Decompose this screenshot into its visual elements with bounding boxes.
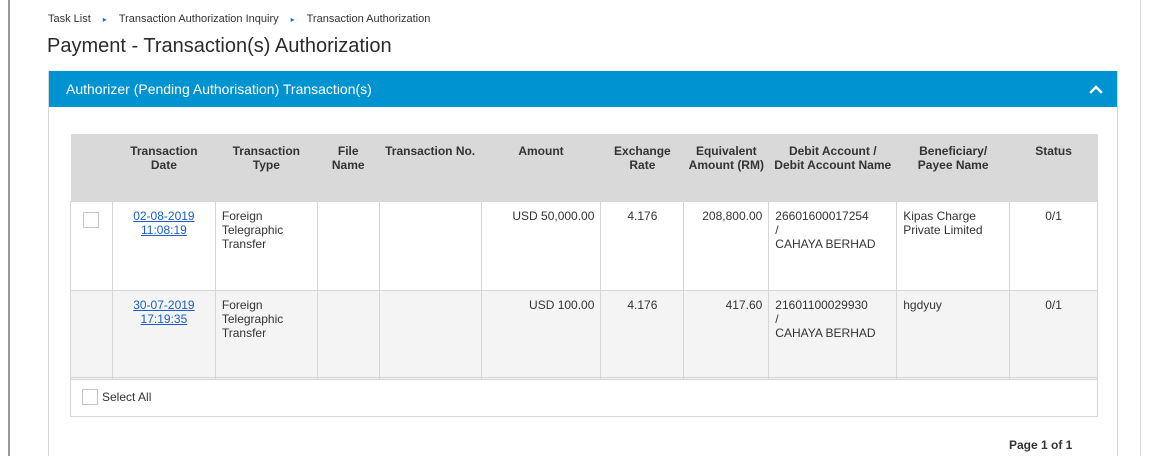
header-equivalent-amount[interactable]: Equivalent Amount (RM) bbox=[683, 134, 769, 201]
panel-title: Authorizer (Pending Authorisation) Trans… bbox=[66, 81, 372, 97]
file-name-cell bbox=[316, 289, 380, 380]
transaction-date-cell: 02-08-2019 11:08:19 bbox=[111, 200, 216, 291]
transaction-date-cell: 30-07-2019 17:19:35 bbox=[111, 289, 216, 380]
header-transaction-type[interactable]: Transaction Type bbox=[215, 134, 318, 201]
header-select bbox=[70, 134, 113, 201]
amount-cell: USD 100.00 bbox=[480, 289, 602, 380]
header-transaction-no[interactable]: Transaction No. bbox=[379, 134, 482, 201]
header-debit-account[interactable]: Debit Account / Debit Account Name bbox=[768, 134, 897, 201]
page-title: Payment - Transaction(s) Authorization bbox=[47, 35, 392, 57]
transaction-date-link[interactable]: 30-07-2019 17:19:35 bbox=[133, 298, 194, 326]
debit-account-separator: / bbox=[775, 222, 779, 237]
equivalent-amount-cell: 208,800.00 bbox=[683, 200, 770, 291]
page-left-border bbox=[8, 0, 10, 456]
row-select-cell bbox=[70, 200, 113, 291]
transaction-date: 30-07-2019 bbox=[133, 297, 195, 312]
header-status[interactable]: Status bbox=[1009, 134, 1098, 201]
debit-account-name: CAHAYA BERHAD bbox=[775, 236, 876, 251]
header-file-name[interactable]: File Name bbox=[317, 134, 380, 201]
transactions-table: Transaction Date Transaction Type File N… bbox=[70, 134, 1098, 380]
transaction-no-cell bbox=[378, 289, 482, 380]
pagination-label: Page 1 of 1 bbox=[1009, 438, 1073, 452]
table-row: 30-07-2019 17:19:35 Foreign Telegraphic T… bbox=[70, 289, 1098, 380]
header-amount[interactable]: Amount bbox=[481, 134, 601, 201]
debit-account-separator: / bbox=[775, 311, 779, 326]
header-exchange-rate[interactable]: Exchange Rate bbox=[600, 134, 684, 201]
breadcrumb-separator-icon: ▸ bbox=[102, 14, 107, 24]
pending-transactions-panel: Authorizer (Pending Authorisation) Trans… bbox=[48, 71, 1118, 456]
debit-account-cell: 26601600017254 / CAHAYA BERHAD bbox=[768, 200, 898, 291]
debit-account-number: 26601600017254 bbox=[775, 208, 869, 223]
debit-account-name: CAHAYA BERHAD bbox=[775, 325, 876, 340]
select-all-label[interactable]: Select All bbox=[102, 390, 151, 404]
beneficiary-cell: Kipas Charge Private Limited bbox=[896, 200, 1011, 291]
transaction-type-cell: Foreign Telegraphic Transfer bbox=[214, 200, 318, 291]
row-select-checkbox[interactable] bbox=[83, 211, 100, 228]
beneficiary-cell: hgdyuy bbox=[896, 289, 1011, 380]
transaction-time: 17:19:35 bbox=[140, 311, 188, 326]
header-transaction-date[interactable]: Transaction Date bbox=[112, 134, 216, 201]
debit-account-cell: 21601100029930 / CAHAYA BERHAD bbox=[768, 289, 898, 380]
breadcrumb: Task List ▸ Transaction Authorization In… bbox=[48, 13, 430, 25]
amount-cell: USD 50,000.00 bbox=[480, 200, 602, 291]
transaction-type-cell: Foreign Telegraphic Transfer bbox=[214, 289, 318, 380]
table-row: 02-08-2019 11:08:19 Foreign Telegraphic T… bbox=[70, 200, 1098, 291]
table-header-row: Transaction Date Transaction Type File N… bbox=[70, 134, 1098, 201]
equivalent-amount-cell: 417.60 bbox=[683, 289, 770, 380]
breadcrumb-transaction-authorization-inquiry[interactable]: Transaction Authorization Inquiry bbox=[119, 13, 279, 25]
transaction-no-cell bbox=[378, 200, 482, 291]
select-all-checkbox[interactable] bbox=[82, 389, 98, 405]
row-select-cell bbox=[70, 289, 113, 380]
status-cell: 0/1 bbox=[1009, 200, 1098, 291]
page-right-border bbox=[1140, 0, 1141, 456]
breadcrumb-separator-icon: ▸ bbox=[290, 14, 295, 24]
transaction-time: 11:08:19 bbox=[140, 222, 187, 237]
status-cell: 0/1 bbox=[1009, 289, 1098, 380]
transaction-date: 02-08-2019 bbox=[133, 208, 195, 223]
header-beneficiary[interactable]: Beneficiary/ Payee Name bbox=[896, 134, 1010, 201]
file-name-cell bbox=[316, 200, 380, 291]
transaction-date-link[interactable]: 02-08-2019 11:08:19 bbox=[133, 209, 194, 237]
debit-account-number: 21601100029930 bbox=[775, 297, 868, 312]
panel-header[interactable]: Authorizer (Pending Authorisation) Trans… bbox=[49, 71, 1117, 107]
breadcrumb-transaction-authorization: Transaction Authorization bbox=[306, 13, 431, 25]
chevron-up-icon[interactable] bbox=[1089, 82, 1103, 96]
select-all-row: Select All bbox=[70, 377, 1098, 417]
breadcrumb-task-list[interactable]: Task List bbox=[48, 13, 91, 25]
exchange-rate-cell: 4.176 bbox=[600, 200, 685, 291]
exchange-rate-cell: 4.176 bbox=[600, 289, 685, 380]
